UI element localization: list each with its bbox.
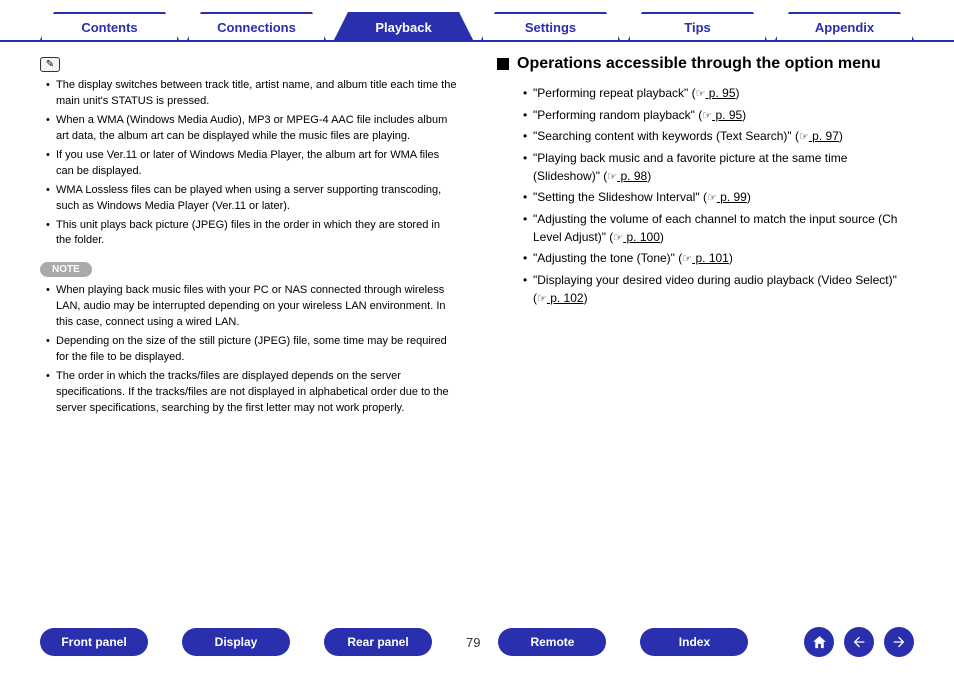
- list-item: This unit plays back picture (JPEG) file…: [46, 218, 457, 250]
- square-bullet-icon: [497, 58, 509, 70]
- tab-playback[interactable]: Playback: [334, 12, 473, 40]
- tab-connections[interactable]: Connections: [187, 12, 326, 40]
- page-link[interactable]: p. 97: [809, 129, 839, 143]
- page-number: 79: [466, 635, 480, 650]
- nav-icons: [804, 627, 914, 657]
- operations-heading: Operations accessible through the option…: [497, 54, 914, 74]
- list-item: "Adjusting the tone (Tone)" (☞ p. 101): [523, 249, 914, 268]
- index-button[interactable]: Index: [640, 628, 748, 656]
- pencil-icon: ✎: [40, 57, 60, 72]
- left-column: ✎ The display switches between track tit…: [40, 54, 457, 420]
- page-link[interactable]: p. 95: [712, 108, 742, 122]
- pointer-icon: ☞: [607, 171, 617, 183]
- pointer-icon: ☞: [537, 293, 547, 305]
- list-item: When a WMA (Windows Media Audio), MP3 or…: [46, 113, 457, 145]
- tab-tips[interactable]: Tips: [628, 12, 767, 40]
- pointer-icon: ☞: [613, 232, 623, 244]
- info-list: The display switches between track title…: [40, 78, 457, 249]
- pointer-icon: ☞: [696, 88, 706, 100]
- page-link[interactable]: p. 95: [705, 86, 735, 100]
- list-item: "Displaying your desired video during au…: [523, 271, 914, 308]
- page-link[interactable]: p. 102: [547, 291, 584, 305]
- tab-appendix[interactable]: Appendix: [775, 12, 914, 40]
- pointer-icon: ☞: [707, 192, 717, 204]
- list-item: WMA Lossless files can be played when us…: [46, 183, 457, 215]
- list-item: The display switches between track title…: [46, 78, 457, 110]
- tab-settings[interactable]: Settings: [481, 12, 620, 40]
- list-item: "Adjusting the volume of each channel to…: [523, 210, 914, 247]
- next-page-icon[interactable]: [884, 627, 914, 657]
- home-icon[interactable]: [804, 627, 834, 657]
- top-tabs: Contents Connections Playback Settings T…: [0, 0, 954, 42]
- content-area: ✎ The display switches between track tit…: [0, 42, 954, 420]
- display-button[interactable]: Display: [182, 628, 290, 656]
- bottom-bar: Front panel Display Rear panel 79 Remote…: [0, 627, 954, 657]
- page-link[interactable]: p. 101: [692, 251, 729, 265]
- remote-button[interactable]: Remote: [498, 628, 606, 656]
- pointer-icon: ☞: [702, 110, 712, 122]
- list-item: "Playing back music and a favorite pictu…: [523, 149, 914, 186]
- pointer-icon: ☞: [682, 253, 692, 265]
- list-item: "Performing random playback" (☞ p. 95): [523, 106, 914, 125]
- right-column: Operations accessible through the option…: [497, 54, 914, 420]
- note-badge: NOTE: [40, 262, 92, 277]
- note-list: When playing back music files with your …: [40, 283, 457, 417]
- page-link[interactable]: p. 100: [623, 230, 660, 244]
- front-panel-button[interactable]: Front panel: [40, 628, 148, 656]
- list-item: "Setting the Slideshow Interval" (☞ p. 9…: [523, 188, 914, 207]
- list-item: The order in which the tracks/files are …: [46, 369, 457, 417]
- prev-page-icon[interactable]: [844, 627, 874, 657]
- pointer-icon: ☞: [799, 131, 809, 143]
- list-item: "Searching content with keywords (Text S…: [523, 127, 914, 146]
- tab-contents[interactable]: Contents: [40, 12, 179, 40]
- list-item: Depending on the size of the still pictu…: [46, 334, 457, 366]
- operations-list: "Performing repeat playback" (☞ p. 95) "…: [497, 84, 914, 307]
- list-item: "Performing repeat playback" (☞ p. 95): [523, 84, 914, 103]
- page-link[interactable]: p. 99: [717, 190, 747, 204]
- list-item: If you use Ver.11 or later of Windows Me…: [46, 148, 457, 180]
- page-link[interactable]: p. 98: [617, 169, 647, 183]
- rear-panel-button[interactable]: Rear panel: [324, 628, 432, 656]
- list-item: When playing back music files with your …: [46, 283, 457, 331]
- operations-title: Operations accessible through the option…: [517, 54, 881, 74]
